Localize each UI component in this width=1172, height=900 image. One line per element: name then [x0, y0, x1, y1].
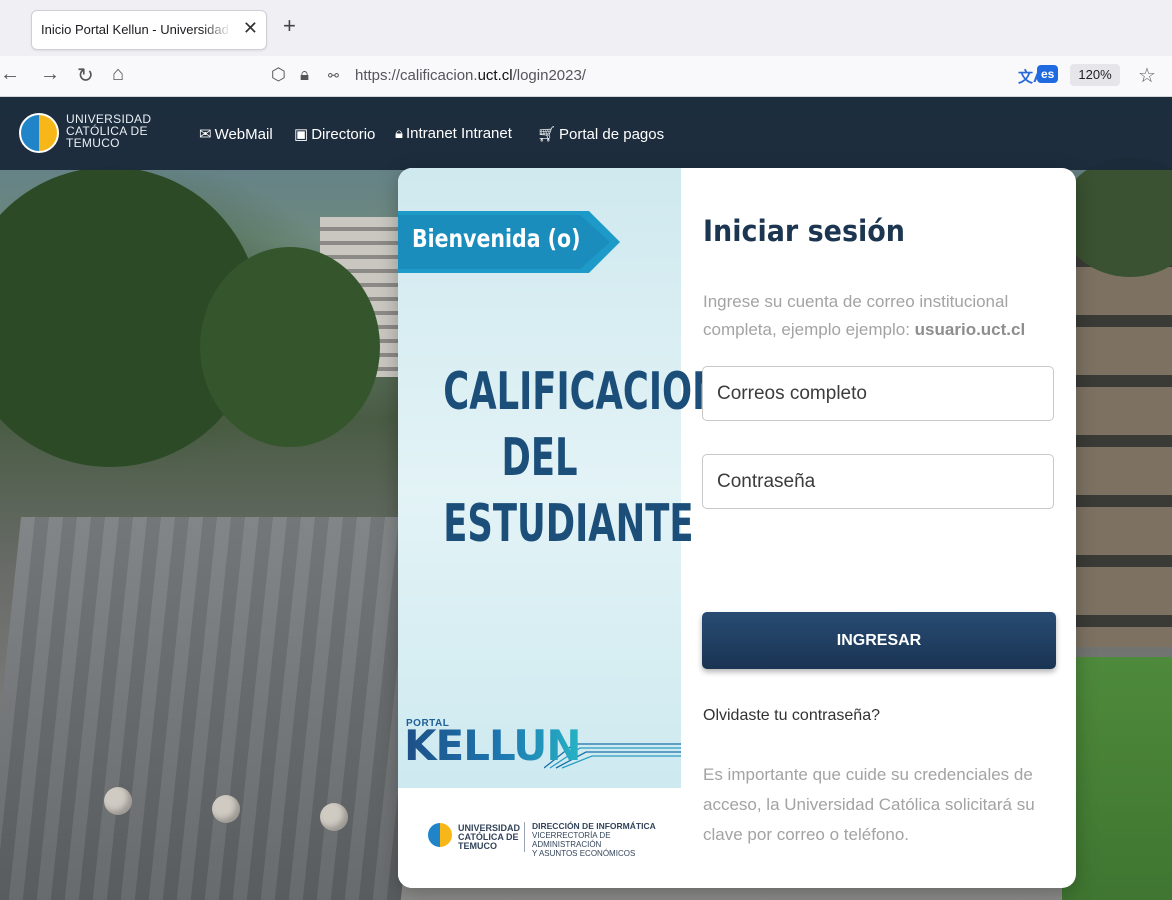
- login-button[interactable]: INGRESAR: [702, 612, 1056, 669]
- university-logo-icon: [428, 823, 452, 847]
- lock-icon: 🔒︎: [395, 125, 403, 142]
- lock-icon[interactable]: 🔒︎: [300, 65, 309, 85]
- university-logo-text[interactable]: UNIVERSIDAD CATÓLICA DE TEMUCO: [66, 113, 151, 149]
- welcome-banner: Bienvenida (o) CALIFICACION DEL ESTUDIAN…: [398, 168, 722, 888]
- login-hint: Ingrese su cuenta de correo instituciona…: [703, 288, 1048, 344]
- cart-icon: 🛒︎: [537, 126, 557, 143]
- browser-tab[interactable]: Inicio Portal Kellun - Universidad Catól…: [31, 10, 267, 50]
- nav-label: WebMail: [214, 126, 273, 143]
- zoom-level[interactable]: 120%: [1070, 64, 1120, 86]
- login-card: Bienvenida (o) CALIFICACION DEL ESTUDIAN…: [398, 168, 1076, 888]
- footer-line: TEMUCO: [458, 841, 497, 851]
- browser-toolbar: ← → ↻ ⌂ ⬡ 🔒︎ ⚯ https://calificacion.uct.…: [0, 56, 1172, 97]
- tab-title: Inicio Portal Kellun - Universidad Catól…: [41, 22, 231, 37]
- banner-title-line: CALIFICACION: [443, 362, 722, 422]
- hint-example: usuario.uct.cl: [914, 320, 1026, 339]
- university-logo-icon[interactable]: [19, 113, 59, 153]
- shield-icon[interactable]: ⬡: [271, 65, 286, 85]
- background-lawn: [1062, 657, 1172, 900]
- background-walkway: [0, 517, 442, 900]
- nav-directorio[interactable]: ▣ Directorio: [294, 125, 375, 143]
- language-badge[interactable]: es: [1037, 65, 1059, 83]
- footer-direction: DIRECCIÓN DE INFORMÁTICA VICERRECTORÍA D…: [532, 821, 681, 859]
- footer-line: VICERRECTORÍA DE ADMINISTRACIÓN: [532, 831, 611, 849]
- kellun-brand: KELLUN: [404, 721, 582, 770]
- nav-label: Portal de pagos: [559, 126, 665, 143]
- bookmark-star-icon[interactable]: ☆: [1138, 63, 1156, 88]
- forgot-password-link[interactable]: Olvidaste tu contraseña?: [703, 707, 880, 725]
- envelope-icon: ✉: [199, 126, 212, 143]
- address-bar[interactable]: ⬡ 🔒︎ ⚯ https://calificacion.uct.cl/login…: [258, 59, 1158, 93]
- footer-line: DIRECCIÓN DE INFORMÁTICA: [532, 821, 656, 831]
- nav-label: Intranet Intranet: [405, 125, 512, 142]
- site-header: UNIVERSIDAD CATÓLICA DE TEMUCO ✉ WebMail …: [0, 97, 1172, 170]
- background-tree: [200, 247, 380, 447]
- nav-label: Directorio: [311, 126, 376, 143]
- browser-tab-bar: Inicio Portal Kellun - Universidad Catól…: [0, 0, 1172, 57]
- security-notice: Es importante que cuide su credenciales …: [703, 765, 1035, 844]
- url-text[interactable]: https://calificacion.uct.cl/login2023/: [355, 67, 586, 84]
- page-content: UNIVERSIDAD CATÓLICA DE TEMUCO ✉ WebMail …: [0, 97, 1172, 900]
- new-tab-plus-icon[interactable]: +: [283, 15, 296, 37]
- forward-icon[interactable]: →: [40, 63, 60, 86]
- login-title: Iniciar sesión: [703, 214, 905, 248]
- banner-title-line: ESTUDIANTE: [443, 494, 694, 554]
- footer-university: UNIVERSIDAD CATÓLICA DE TEMUCO: [458, 824, 520, 851]
- footer-divider: [524, 822, 525, 852]
- background-sphere: [320, 803, 348, 831]
- reload-icon[interactable]: ↻: [77, 63, 94, 88]
- nav-intranet[interactable]: 🔒︎ Intranet Intranet: [395, 125, 512, 142]
- home-icon[interactable]: ⌂: [112, 63, 124, 86]
- email-input[interactable]: [702, 366, 1054, 421]
- close-tab-icon[interactable]: ✕: [243, 18, 258, 39]
- banner-title-line: DEL: [501, 428, 578, 488]
- contact-card-icon: ▣: [294, 126, 309, 143]
- logo-line: TEMUCO: [66, 136, 120, 150]
- nav-portal-pagos[interactable]: 🛒︎ Portal de pagos: [537, 125, 664, 143]
- permissions-icon[interactable]: ⚯: [328, 68, 339, 84]
- background-sphere: [104, 787, 132, 815]
- login-form: Iniciar sesión Ingrese su cuenta de corr…: [681, 168, 1076, 888]
- welcome-text: Bienvenida (o): [412, 224, 581, 253]
- nav-webmail[interactable]: ✉ WebMail: [199, 125, 273, 143]
- footer-line: Y ASUNTOS ECONÓMICOS: [532, 849, 636, 858]
- background-sphere: [212, 795, 240, 823]
- password-input[interactable]: [702, 454, 1054, 509]
- back-icon[interactable]: ←: [0, 63, 20, 86]
